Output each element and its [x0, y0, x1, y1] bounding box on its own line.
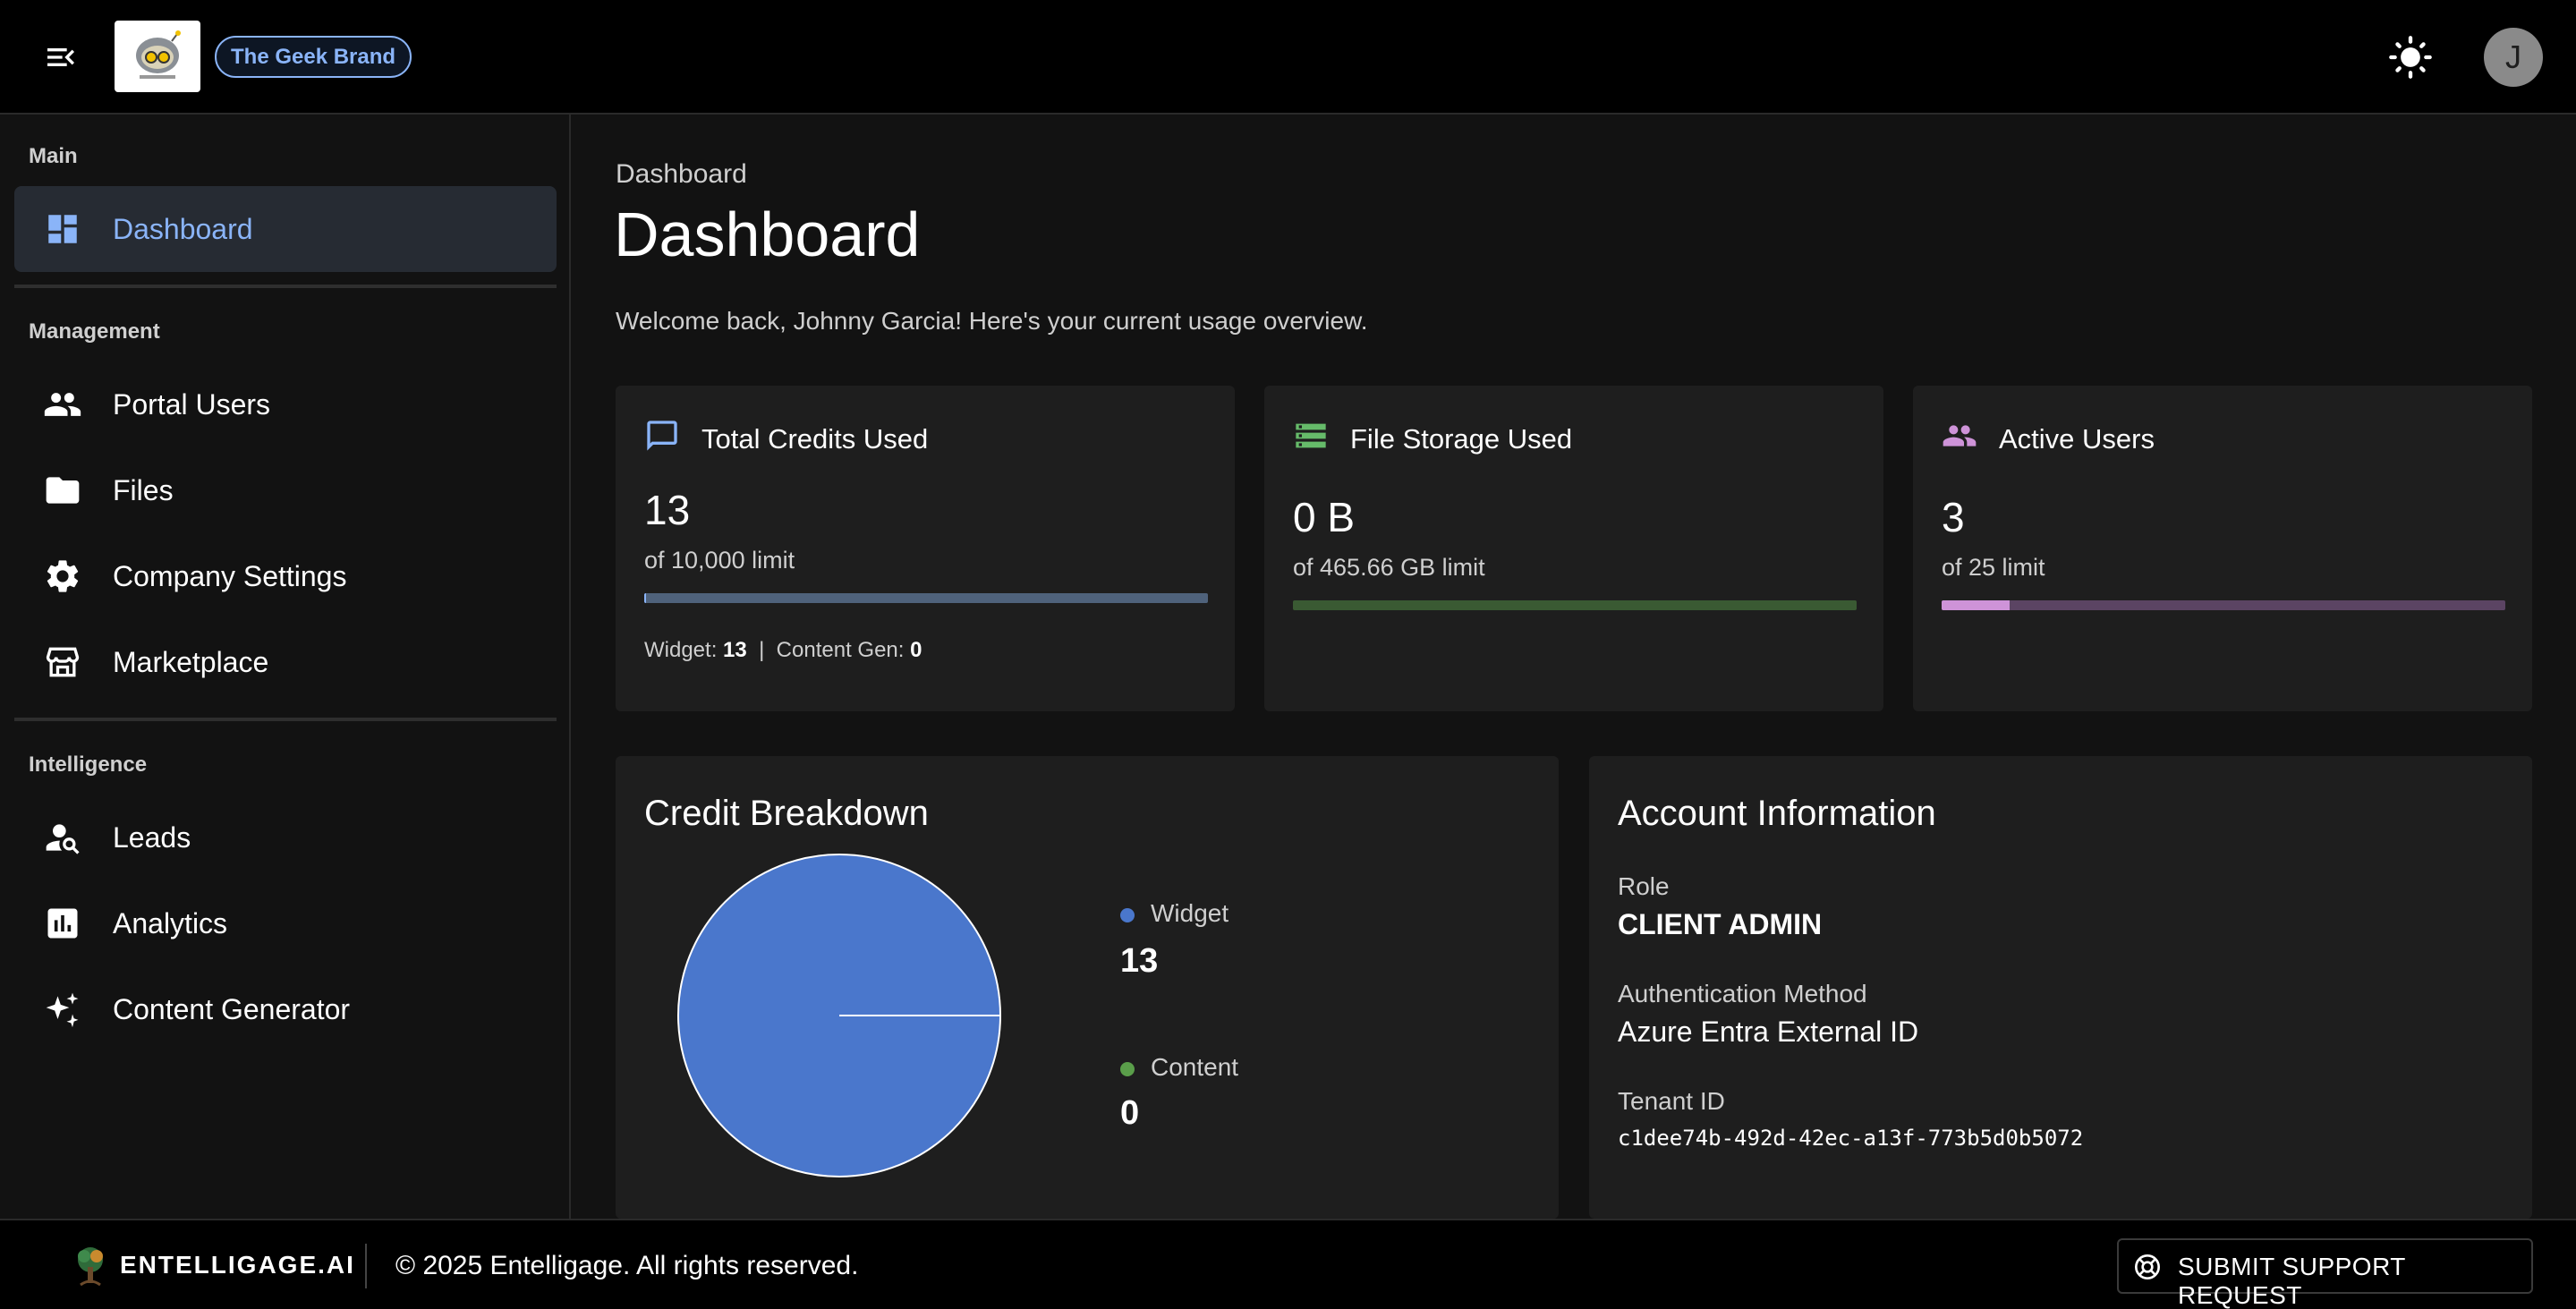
analytics-icon	[43, 904, 82, 943]
active-users-value: 3	[1942, 494, 1965, 540]
sidebar-item-label: Dashboard	[113, 212, 253, 245]
footer-brand: ENTELLIGAGE.AI	[120, 1251, 355, 1279]
storage-limit: of 465.66 GB limit	[1293, 554, 1485, 581]
storage-progress-bar	[1293, 600, 1857, 610]
credit-pie-chart	[677, 854, 1001, 1177]
sidebar-item-dashboard[interactable]: Dashboard	[14, 186, 557, 272]
sidebar-item-leads[interactable]: Leads	[14, 795, 557, 880]
storage-icon	[1293, 418, 1329, 454]
sidebar-item-label: Marketplace	[113, 645, 269, 678]
sidebar-section-management: Management	[29, 319, 160, 344]
main-content: Dashboard Dashboard Welcome back, Johnny…	[573, 115, 2576, 1219]
sidebar-item-marketplace[interactable]: Marketplace	[14, 619, 557, 705]
content-legend-label: Content	[1151, 1053, 1239, 1081]
active-users-limit: of 25 limit	[1942, 554, 2045, 581]
auth-method-value: Azure Entra External ID	[1618, 1016, 1919, 1048]
breadcrumb: Dashboard	[616, 159, 747, 189]
folder-icon	[43, 471, 82, 510]
content-legend-value: 0	[1120, 1094, 1140, 1132]
sidebar-item-label: Company Settings	[113, 559, 347, 592]
role-label: Role	[1618, 872, 1670, 900]
app-header: The Geek Brand J	[0, 0, 2576, 115]
content-gen-label: Content Gen:	[776, 638, 905, 662]
content-legend-dot	[1120, 1062, 1135, 1076]
group-icon	[1942, 418, 1977, 454]
sidebar-item-analytics[interactable]: Analytics	[14, 880, 557, 966]
sidebar-item-files[interactable]: Files	[14, 447, 557, 533]
person-search-icon	[43, 818, 82, 857]
support-button-label: SUBMIT SUPPORT REQUEST	[2178, 1253, 2406, 1309]
active-users-progress-bar	[1942, 600, 2505, 610]
credits-limit: of 10,000 limit	[644, 547, 795, 574]
app-footer: ENTELLIGAGE.AI © 2025 Entelligage. All r…	[0, 1219, 2576, 1309]
credit-breakdown-card: Credit Breakdown Widget 13 Content 0	[616, 756, 1559, 1219]
gear-icon	[43, 557, 82, 596]
credits-card: Total Credits Used 13 of 10,000 limit Wi…	[616, 386, 1235, 711]
breakdown-separator: |	[759, 638, 765, 662]
account-info-card: Account Information Role CLIENT ADMIN Au…	[1589, 756, 2532, 1219]
people-icon	[43, 385, 82, 424]
widget-legend-label: Widget	[1151, 899, 1229, 927]
sidebar-item-portal-users[interactable]: Portal Users	[14, 361, 557, 447]
page-title: Dashboard	[614, 200, 921, 269]
sidebar-section-main: Main	[29, 144, 78, 168]
credits-breakdown: Widget: 13 | Content Gen: 0	[644, 638, 922, 663]
chat-icon	[644, 418, 680, 454]
storage-value: 0 B	[1293, 494, 1356, 540]
credits-progress-bar	[644, 593, 1208, 603]
dashboard-icon	[43, 209, 82, 249]
credits-card-title: Total Credits Used	[701, 423, 929, 455]
sidebar-item-label: Portal Users	[113, 387, 271, 421]
active-users-progress-fill	[1942, 600, 2010, 610]
sidebar-section-intelligence: Intelligence	[29, 752, 148, 777]
widget-count: 13	[723, 638, 747, 662]
sparkle-icon	[43, 990, 82, 1029]
brand-chip[interactable]: The Geek Brand	[215, 36, 412, 78]
credits-value: 13	[644, 487, 691, 533]
widget-legend-value: 13	[1120, 942, 1159, 980]
content-gen-count: 0	[910, 638, 922, 662]
tenant-id-value: c1dee74b-492d-42ec-a13f-773b5d0b5072	[1618, 1126, 2084, 1151]
widget-label: Widget:	[644, 638, 718, 662]
account-info-title: Account Information	[1618, 794, 1936, 833]
tenant-id-label: Tenant ID	[1618, 1087, 1725, 1115]
footer-copyright: © 2025 Entelligage. All rights reserved.	[395, 1251, 859, 1280]
active-users-card-title: Active Users	[1999, 423, 2155, 455]
sidebar: Main Dashboard Management Portal Users F…	[0, 115, 571, 1219]
lifebuoy-icon	[2133, 1253, 2162, 1281]
sidebar-item-content-generator[interactable]: Content Generator	[14, 966, 557, 1052]
sidebar-divider	[14, 285, 557, 288]
storefront-icon	[43, 642, 82, 682]
credits-progress-fill	[644, 593, 646, 603]
storage-card: File Storage Used 0 B of 465.66 GB limit	[1264, 386, 1883, 711]
sidebar-item-label: Leads	[113, 820, 191, 854]
menu-collapse-icon[interactable]	[43, 39, 79, 75]
sidebar-item-company-settings[interactable]: Company Settings	[14, 533, 557, 619]
sun-icon[interactable]	[2387, 34, 2434, 81]
submit-support-request-button[interactable]: SUBMIT SUPPORT REQUEST	[2117, 1238, 2533, 1309]
sidebar-item-label: Files	[113, 473, 174, 506]
widget-legend-dot	[1120, 908, 1135, 922]
role-value: CLIENT ADMIN	[1618, 908, 1823, 940]
footer-divider	[365, 1244, 367, 1288]
sidebar-divider	[14, 718, 557, 721]
welcome-message: Welcome back, Johnny Garcia! Here's your…	[616, 307, 1368, 335]
user-avatar[interactable]: J	[2484, 28, 2543, 87]
sidebar-item-label: Content Generator	[113, 992, 351, 1025]
brand-logo[interactable]	[115, 21, 200, 92]
tree-logo-icon	[72, 1245, 109, 1287]
active-users-card: Active Users 3 of 25 limit	[1913, 386, 2532, 711]
auth-method-label: Authentication Method	[1618, 980, 1867, 1007]
sidebar-item-label: Analytics	[113, 906, 228, 939]
credit-breakdown-title: Credit Breakdown	[644, 794, 929, 833]
storage-card-title: File Storage Used	[1350, 423, 1573, 455]
